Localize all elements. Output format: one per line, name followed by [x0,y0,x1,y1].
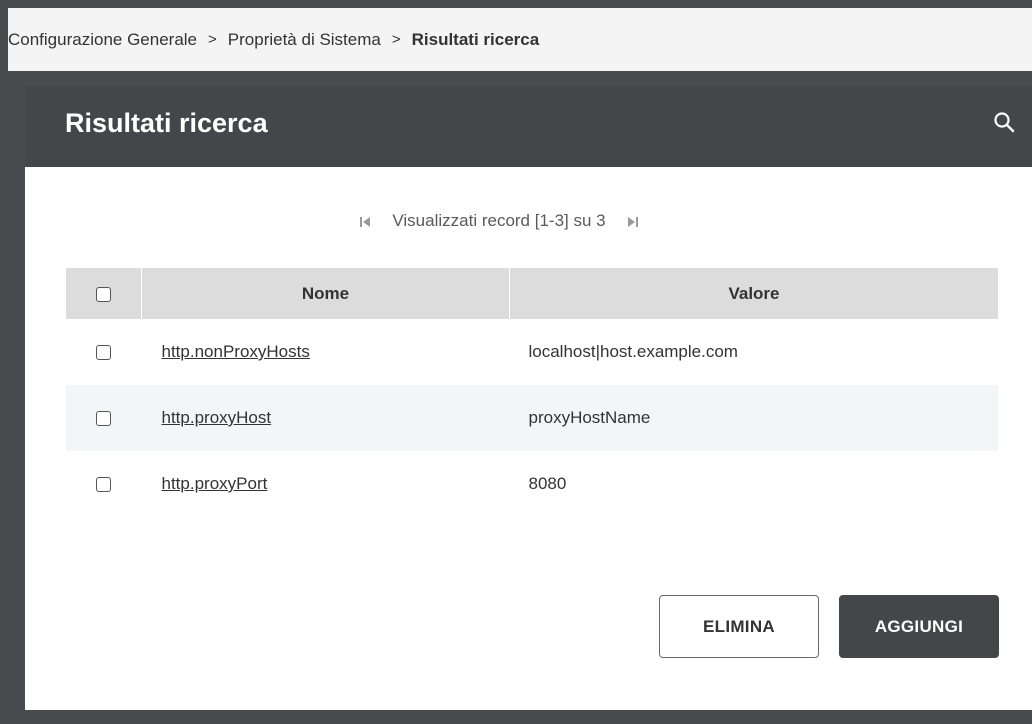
page-title: Risultati ricerca [65,108,268,138]
row-nome-cell: http.nonProxyHosts [142,319,510,385]
panel-header: Risultati ricerca [25,86,1032,167]
delete-button[interactable]: ELIMINA [659,595,819,658]
property-name-link[interactable]: http.nonProxyHosts [162,342,310,361]
row-select-cell [66,451,142,517]
row-checkbox[interactable] [96,345,112,361]
property-value: 8080 [528,474,567,493]
results-panel: Visualizzati record [1-3] su 3 Nome Valo… [25,167,1032,710]
table-header-row: Nome Valore [66,268,998,319]
select-all-checkbox[interactable] [96,286,111,302]
column-header-nome[interactable]: Nome [141,268,510,319]
row-nome-cell: http.proxyHost [142,385,510,451]
property-name-link[interactable]: http.proxyPort [162,474,268,493]
breadcrumb-current: Risultati ricerca [411,29,540,49]
breadcrumb: Configurazione Generale > Proprietà di S… [8,8,1032,71]
search-icon[interactable] [992,110,1016,134]
breadcrumb-item-proprieta-di-sistema[interactable]: Proprietà di Sistema [228,30,381,50]
breadcrumb-separator: > [391,31,401,48]
property-value: localhost|host.example.com [528,342,738,361]
row-checkbox[interactable] [96,477,112,493]
add-button[interactable]: AGGIUNGI [839,595,999,658]
column-header-valore[interactable]: Valore [510,268,999,319]
breadcrumb-item-configurazione-generale[interactable]: Configurazione Generale [8,30,197,50]
last-page-icon[interactable] [626,214,640,228]
breadcrumb-separator: > [208,31,217,48]
property-name-link[interactable]: http.proxyHost [162,408,272,427]
row-select-cell [66,385,142,451]
table-row: http.proxyPort 8080 [66,451,998,517]
row-nome-cell: http.proxyPort [142,451,510,517]
pagination: Visualizzati record [1-3] su 3 [25,211,973,231]
pagination-text: Visualizzati record [1-3] su 3 [392,211,606,230]
property-value: proxyHostName [528,408,651,427]
select-all-cell [66,268,142,319]
first-page-icon[interactable] [358,214,372,228]
row-select-cell [66,319,142,385]
row-checkbox[interactable] [96,411,112,427]
table-row: http.proxyHost proxyHostName [66,385,998,451]
results-table: Nome Valore http.nonProxyHosts localhost… [66,268,998,517]
table-row: http.nonProxyHosts localhost|host.exampl… [66,319,998,385]
